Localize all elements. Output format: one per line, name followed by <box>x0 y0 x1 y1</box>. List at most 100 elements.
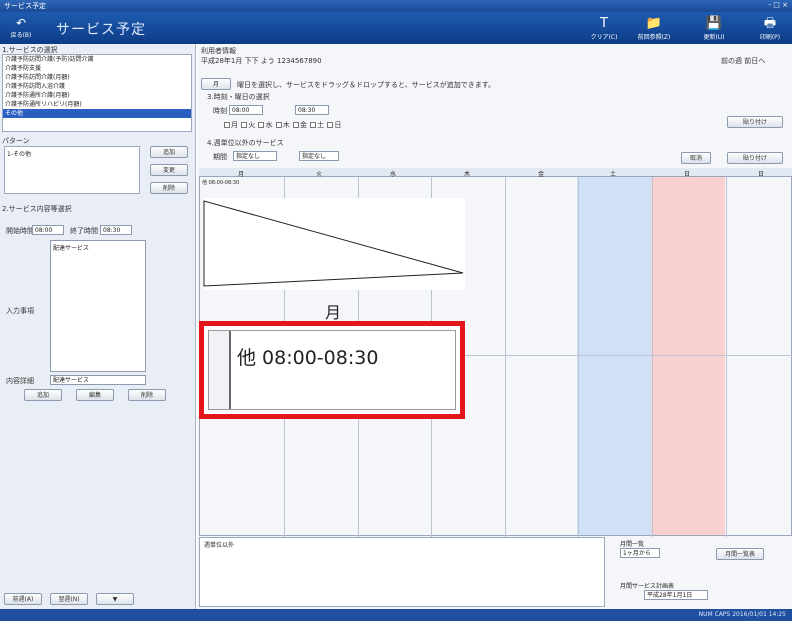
day-sat: 土 <box>609 171 616 178</box>
print-label: 印刷(P) <box>759 34 781 41</box>
pattern-add-button[interactable]: 追加 <box>150 146 188 158</box>
clear-label: クリア(C) <box>590 34 618 41</box>
detail-label: 内容詳細 <box>6 377 34 385</box>
add-button[interactable]: 追加 <box>24 389 62 401</box>
paste-button[interactable]: 貼り付け <box>727 116 783 128</box>
service-content-area[interactable]: 配達サービス <box>50 240 146 372</box>
day-thu: 木 <box>463 171 470 178</box>
input-label: 入力事項 <box>6 307 34 315</box>
back-arrow-icon: ↶ <box>15 16 27 30</box>
pattern-list[interactable]: 1-その他 <box>4 146 140 194</box>
service-item[interactable]: 介護予防通所介護(月額) <box>3 91 191 100</box>
service-item[interactable]: 介護予防訪問介護(予防)訪問介護 <box>3 55 191 64</box>
clear-button[interactable]: T クリア(C) <box>586 15 622 43</box>
service-list[interactable]: 介護予防訪問介護(予防)訪問介護 介護予防支援 介護予防訪問介護(月額) 介護予… <box>2 54 192 132</box>
zoom-cell-stripe <box>209 331 231 409</box>
end-time-label: 終了時間 <box>70 227 98 235</box>
checkbox[interactable] <box>327 122 334 128</box>
checkbox[interactable] <box>241 122 248 128</box>
monthly-list-button[interactable]: 月間一覧表 <box>716 548 764 560</box>
grid-cell-entry[interactable]: 他 08:00-08:30 <box>202 179 239 186</box>
delete-button[interactable]: 削除 <box>128 389 166 401</box>
non-weekly-area[interactable]: 週単位以外 <box>199 537 605 607</box>
week-nav-links[interactable]: 前の週 前日へ <box>721 56 765 66</box>
monthly-display-label: 月 <box>212 81 219 88</box>
instructions-text: 曜日を選択し、サービスをドラッグ＆ドロップすると、サービスが追加できます。 <box>237 81 496 89</box>
prev-week-button[interactable]: 前週(A) <box>4 593 42 605</box>
day-extra: 日 <box>757 171 764 178</box>
service-item[interactable]: 介護予防訪問入浴介護 <box>3 82 191 91</box>
monthly-plan-label: 月間サービス計画表 <box>620 583 675 590</box>
monthly-plan-date[interactable]: 平成28年1月1日 <box>644 590 708 600</box>
pattern-item[interactable]: 1-その他 <box>7 151 31 158</box>
checkbox[interactable] <box>275 122 282 128</box>
zoom-cell[interactable]: 他 08:00-08:30 <box>208 330 456 410</box>
day-wed: 水 <box>389 171 396 178</box>
paste-button-2[interactable]: 貼り付け <box>727 152 783 164</box>
back-button[interactable]: ↶ 戻る(B) <box>6 16 36 42</box>
service-item[interactable]: 介護予防通所リハビリ(月額) <box>3 100 191 109</box>
monthly-list-label: 月間一覧 <box>620 541 645 548</box>
previous-reference-button[interactable]: 📁 前回参照(Z) <box>636 15 672 43</box>
more-button[interactable]: ▼ <box>96 593 134 605</box>
service-item[interactable]: 介護予防訪問介護(月額) <box>3 73 191 82</box>
start-time-select[interactable]: 08:00 <box>32 225 64 235</box>
day-sun: 日 <box>683 171 690 178</box>
update-button[interactable]: 💾 更新(U) <box>696 15 732 43</box>
service-item[interactable]: 介護予防支援 <box>3 64 191 73</box>
zoom-entry-text: 他 08:00-08:30 <box>237 347 379 369</box>
time-weekday-heading: 3.時刻・曜日の選択 <box>207 93 270 101</box>
detail-input[interactable]: 配達サービス <box>50 375 146 385</box>
day-fri: 金 <box>537 171 544 178</box>
weekday-checkboxes[interactable]: 月 火 水 木 金 土 日 <box>223 120 341 130</box>
content-heading: 2.サービス内容等選択 <box>2 205 72 213</box>
user-info-line: 平成28年1月 下下 よう 1234567890 <box>201 57 322 65</box>
end-time-select[interactable]: 08:30 <box>100 225 132 235</box>
zoom-day-label: 月 <box>325 303 342 322</box>
checkbox[interactable] <box>292 122 299 128</box>
checkbox[interactable] <box>224 122 230 128</box>
window-controls[interactable]: - □ × <box>769 1 788 9</box>
pattern-change-button[interactable]: 変更 <box>150 164 188 176</box>
checkbox[interactable] <box>310 122 317 128</box>
time-end-select[interactable]: 08:30 <box>295 105 329 115</box>
callout-wedge <box>203 198 465 290</box>
cancel-button[interactable]: 取消 <box>681 152 711 164</box>
weekday-label: 月 <box>231 121 238 129</box>
pattern-delete-button[interactable]: 削除 <box>150 182 188 194</box>
grid-column-divider <box>505 169 506 537</box>
weekday-label: 火 <box>248 121 256 129</box>
weekday-label: 土 <box>317 121 325 129</box>
grid-column-divider <box>652 169 653 537</box>
weekday-label: 金 <box>299 121 307 129</box>
monthly-display-button[interactable]: 月 <box>201 78 231 90</box>
app-header: ↶ 戻る(B) サービス予定 T クリア(C) 📁 前回参照(Z) 💾 更新(U) 🖶… <box>0 12 792 44</box>
time-start-select[interactable]: 08:00 <box>229 105 263 115</box>
service-content-value: 配達サービス <box>53 245 90 252</box>
day-header: 月 火 水 木 金 土 日 日 <box>199 168 792 178</box>
weekday-label: 木 <box>282 121 290 129</box>
time-label: 時刻 <box>213 107 227 115</box>
next-week-button[interactable]: 翌週(N) <box>50 593 88 605</box>
checkbox[interactable] <box>258 122 265 128</box>
monthly-area: 月間一覧 1ヶ月から 月間一覧表 月間サービス計画表 平成28年1月1日 <box>608 537 792 607</box>
edit-button[interactable]: 編集 <box>76 389 114 401</box>
weekday-label: 水 <box>265 121 273 129</box>
save-icon: 💾 <box>705 16 723 31</box>
window-title: サービス予定 <box>4 2 46 10</box>
status-bar: NUM CAPS 2016/01/01 14:25 <box>0 609 792 621</box>
period-to-select[interactable]: 指定なし <box>299 151 339 161</box>
monthly-range-select[interactable]: 1ヶ月から <box>620 548 660 558</box>
left-panel: 1.サービスの選択 介護予防訪問介護(予防)訪問介護 介護予防支援 介護予防訪問… <box>0 44 196 609</box>
zoom-highlight-box: 他 08:00-08:30 <box>199 321 465 419</box>
clear-icon: T <box>600 16 608 31</box>
service-item-selected[interactable]: その他 <box>3 109 191 118</box>
weekday-label: 日 <box>334 121 342 129</box>
grid-column-divider <box>726 169 727 537</box>
print-button[interactable]: 🖶 印刷(P) <box>752 15 788 43</box>
period-select[interactable]: 指定なし <box>233 151 277 161</box>
previous-reference-label: 前回参照(Z) <box>637 34 671 41</box>
user-info-heading: 利用者情報 <box>201 47 236 55</box>
period-label: 期間 <box>213 153 227 161</box>
day-tue: 火 <box>315 171 322 178</box>
